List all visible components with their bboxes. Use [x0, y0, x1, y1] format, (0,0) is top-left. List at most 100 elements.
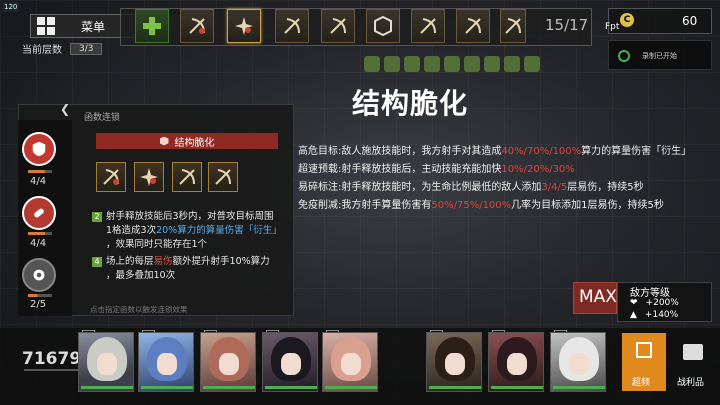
desc-2-text: 超速预载:射手释放技能后，主动技能充能加快	[298, 164, 502, 175]
slot-bow-3[interactable]	[321, 9, 355, 43]
bow-icon	[179, 169, 195, 185]
character-portrait-4[interactable]	[262, 332, 318, 392]
skill-button-label: 结构脆化	[174, 137, 215, 149]
chain-gear-icon[interactable]	[22, 258, 56, 292]
effect-1b-highlight: 20%算力的算量伤害「衍生」	[156, 225, 282, 236]
effect-1-text: 射手释放技能后3秒内，对普攻目标周围	[106, 211, 274, 222]
bow-icon	[420, 18, 436, 34]
panel-footnote: 点击指定函数以触发连锁效果	[90, 305, 188, 314]
effect-2-text-post: 额外提升射手10%算力	[172, 256, 270, 267]
desc-4-text: 免疫削减:我方射手算量伤害有	[298, 200, 432, 211]
fps-counter: 120	[2, 2, 20, 12]
skill-desc-4: 免疫削减:我方射手算量伤害有50%/75%/100%几率为目标添加1层易伤，持续…	[298, 196, 664, 211]
score-underline	[24, 369, 84, 371]
stack-bar	[28, 294, 52, 297]
slot-count: 15/17	[545, 16, 589, 34]
bow-icon	[284, 18, 300, 34]
slot-burst[interactable]	[227, 9, 261, 43]
slot-bow-5[interactable]	[456, 9, 490, 43]
card-burst[interactable]	[134, 162, 164, 192]
heart-icon: ❤	[630, 298, 638, 308]
card-bow-2[interactable]	[172, 162, 202, 192]
card-bow-3[interactable]	[208, 162, 238, 192]
enemy-level-title: 敌方等级	[630, 288, 670, 299]
chain-shield-icon[interactable]	[22, 132, 56, 166]
chain-effect-1: 2 射手释放技能后3秒内，对普攻目标周围	[92, 210, 274, 223]
floor-indicator: 当前层数 3/3	[22, 41, 103, 56]
hexagon-icon	[374, 15, 392, 37]
character-portrait-5[interactable]	[322, 332, 378, 392]
buff-icon	[404, 56, 420, 72]
stack-count-2: 4/4	[30, 238, 47, 249]
buff-icon	[384, 56, 400, 72]
stack-count-3: 2/5	[30, 299, 47, 310]
buff-icon	[444, 56, 460, 72]
slot-bow-2[interactable]	[275, 9, 309, 43]
skill-desc-2: 超速预载:射手释放技能后，主动技能充能加快10%/20%/30%	[298, 160, 575, 175]
panel-header: 函数连锁	[84, 113, 121, 123]
effect-1b-text: 1格造成3次	[106, 225, 157, 236]
buff-icon	[504, 56, 520, 72]
record-fps-icon: Fpt	[605, 22, 620, 32]
burst-star-icon	[235, 17, 253, 35]
buff-icon	[484, 56, 500, 72]
effect-2-highlight: 易伤	[153, 256, 173, 267]
record-indicator-icon	[618, 50, 630, 62]
backpack-icon[interactable]	[683, 344, 703, 360]
character-portrait-1[interactable]	[78, 332, 134, 392]
loot-label[interactable]: 战利品	[677, 375, 704, 388]
enemy-atk-row: ▲ +140%	[630, 310, 678, 320]
grid-menu-icon	[37, 17, 55, 35]
bow-icon	[505, 18, 521, 34]
menu-label: 菜单	[81, 19, 106, 34]
recording-label: 录制已开始	[642, 52, 677, 60]
character-portrait-8[interactable]	[550, 332, 606, 392]
character-portrait-2[interactable]	[138, 332, 194, 392]
chain-pill-icon[interactable]	[22, 196, 56, 230]
burst-star-icon	[140, 168, 158, 186]
chain-effect-2b: ，最多叠加10次	[106, 269, 175, 282]
plus-cross-icon	[143, 17, 161, 35]
chain-effect-2: 4 场上的每层易伤额外提升射手10%算力	[92, 255, 270, 268]
floor-count: 3/3	[70, 42, 103, 55]
bow-icon	[103, 169, 119, 185]
stack-bar	[28, 232, 52, 235]
desc-1-highlight: 40%/70%/100%	[501, 146, 582, 157]
skill-desc-1: 高危目标:敌人施放技能时，我方射手对其造成40%/70%/100%算力的算量伤害…	[298, 142, 691, 157]
currency-value: 60	[682, 14, 698, 28]
bow-icon	[330, 18, 346, 34]
desc-2-highlight: 10%/20%/30%	[501, 164, 575, 175]
desc-4-text-post: 几率为目标添加1层易伤，持续5秒	[511, 200, 664, 211]
desc-1-text-post: 算力的算量伤害「衍生」	[581, 146, 692, 157]
skill-title: 结构脆化	[352, 87, 469, 120]
chain-effect-1c: ，效果同时只能存在1个	[106, 238, 207, 251]
shield-icon	[159, 136, 169, 146]
desc-3-highlight: 3/4/5	[541, 182, 568, 193]
slot-bow-6[interactable]	[500, 9, 526, 43]
card-bow-1[interactable]	[96, 162, 126, 192]
enemy-hp-row: ❤ +200%	[630, 298, 679, 308]
character-portrait-6[interactable]	[426, 332, 482, 392]
bow-icon	[215, 169, 231, 185]
floor-label: 当前层数	[22, 45, 62, 56]
character-portrait-3[interactable]	[200, 332, 256, 392]
structure-brittle-button[interactable]: 结构脆化	[96, 133, 278, 149]
fist-icon: ▲	[630, 310, 637, 320]
character-portrait-7[interactable]	[488, 332, 544, 392]
skill-desc-3: 易碎标注:射手释放技能时，为生命比例最低的敌人添加3/4/5层易伤，持续5秒	[298, 178, 644, 193]
desc-3-text-post: 层易伤，持续5秒	[567, 182, 644, 193]
buff-icon	[524, 56, 540, 72]
bow-icon	[189, 18, 205, 34]
slot-hex[interactable]	[366, 9, 400, 43]
slot-bow-1[interactable]	[180, 9, 214, 43]
effect-num-1: 2	[92, 212, 102, 222]
enemy-atk-bonus: +140%	[644, 310, 679, 320]
chip-icon	[636, 342, 652, 358]
effect-2b-text: ，最多叠加10次	[106, 270, 176, 281]
slot-heal[interactable]	[135, 9, 169, 43]
stack-count-1: 4/4	[30, 176, 47, 187]
chain-effect-1b: 1格造成3次20%算力的算量伤害「衍生」	[106, 224, 282, 237]
slot-bow-4[interactable]	[411, 9, 445, 43]
buff-icon-row	[364, 56, 574, 76]
collapse-chevron-icon[interactable]: ❮	[60, 102, 78, 120]
